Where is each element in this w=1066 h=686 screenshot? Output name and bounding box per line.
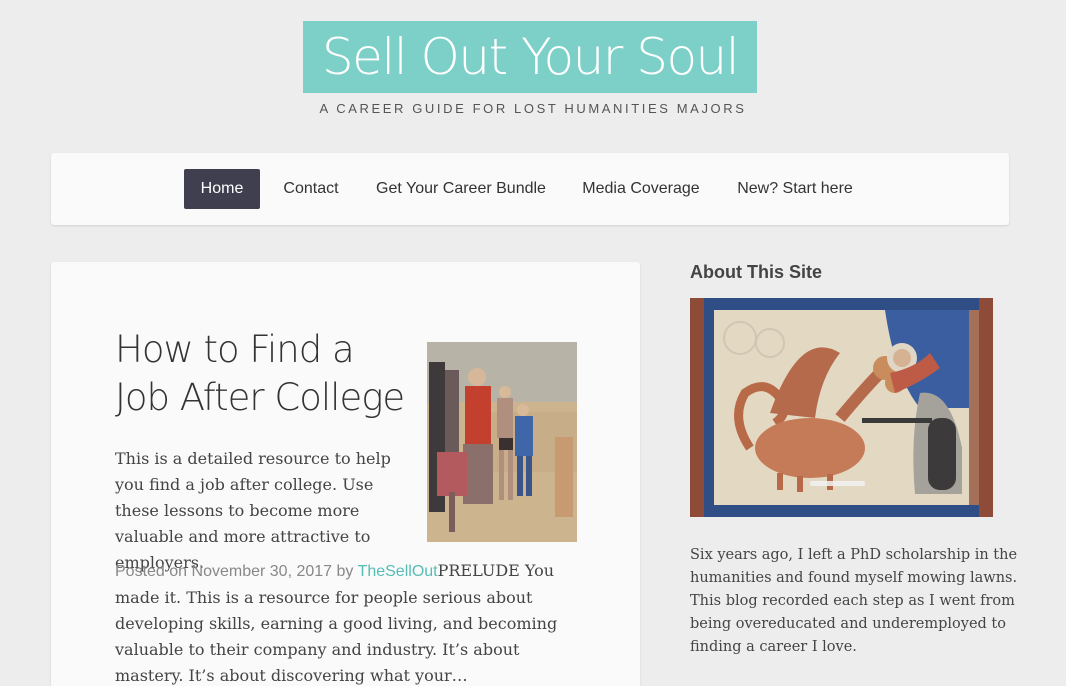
site-logo[interactable]: Sell Out Your Soul <box>303 21 757 93</box>
post-excerpt: This is a detailed resource to help you … <box>115 449 391 572</box>
site-tagline: A CAREER GUIDE FOR LOST HUMANITIES MAJOR… <box>319 101 747 116</box>
by-text: by <box>336 563 354 580</box>
post-image[interactable] <box>427 342 577 542</box>
nav-item-media-coverage[interactable]: Media Coverage <box>575 169 707 209</box>
site-title[interactable]: Sell Out Your Soul <box>322 28 740 86</box>
posted-prefix: Posted on <box>115 563 188 580</box>
post-meta: Posted on November 30, 2017 by TheSellOu… <box>115 563 438 580</box>
about-image[interactable] <box>690 298 993 517</box>
post-body: Posted on November 30, 2017 by TheSellOu… <box>115 558 585 686</box>
painting-image <box>427 342 577 542</box>
author-link[interactable]: TheSellOut <box>358 563 438 580</box>
post-title[interactable]: How to Find a Job After College <box>115 326 415 422</box>
nav-item-home[interactable]: Home <box>184 169 260 209</box>
nav-item-contact[interactable]: Contact <box>273 169 349 209</box>
post-card: How to Find a Job After College This is <box>51 262 640 686</box>
post-date-link[interactable]: November 30, 2017 <box>192 563 333 580</box>
main-nav: Home Contact Get Your Career Bundle Medi… <box>51 153 1009 225</box>
manuscript-dragon-image <box>690 298 993 517</box>
widget-title: About This Site <box>690 262 822 282</box>
about-text: Six years ago, I left a PhD scholarship … <box>690 547 1018 655</box>
nav-item-start-here[interactable]: New? Start here <box>729 169 861 209</box>
nav-item-career-bundle[interactable]: Get Your Career Bundle <box>369 169 553 209</box>
